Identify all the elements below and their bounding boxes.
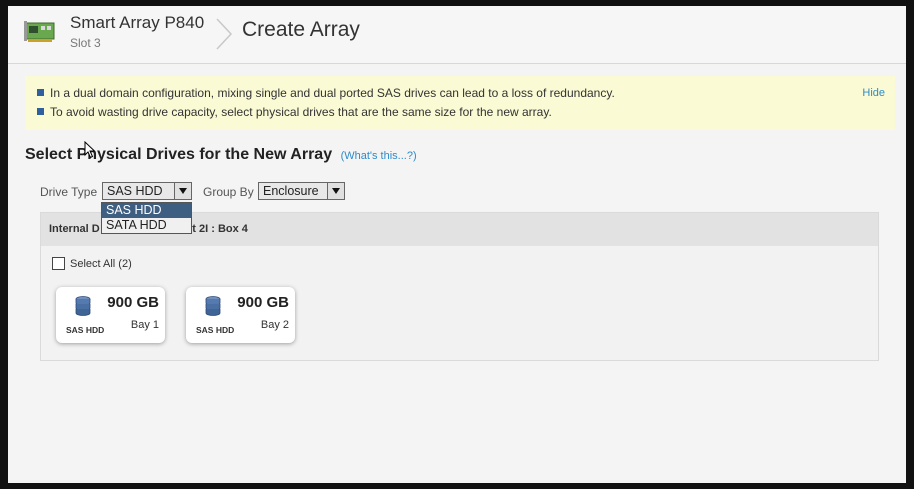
hard-drive-icon: [75, 296, 91, 316]
dropdown-option-sas-hdd[interactable]: SAS HDD: [102, 203, 191, 218]
whats-this-link[interactable]: (What's this...?): [341, 150, 417, 162]
group-by-value: Enclosure: [263, 184, 319, 198]
enclosure-title-right: rt 2I : Box 4: [188, 223, 248, 235]
bullet-icon: [37, 89, 44, 96]
drive-type: SAS HDD: [196, 325, 235, 335]
enclosure-title-left: Internal D: [49, 223, 100, 235]
drive-size: 900 GB: [237, 294, 289, 311]
hard-drive-icon: [205, 296, 221, 316]
drive-card-bay-2[interactable]: SAS HDD 900 GB Bay 2: [186, 287, 295, 343]
select-all-checkbox[interactable]: [52, 257, 65, 270]
app-frame: Smart Array P840 Slot 3 Create Array In …: [8, 6, 906, 483]
breadcrumb-chevron-icon: [216, 18, 233, 50]
drive-type-label: Drive Type: [40, 185, 98, 199]
notice-item: To avoid wasting drive capacity, select …: [37, 105, 552, 119]
drive-type-dropdown-list: SAS HDD SATA HDD: [101, 202, 192, 234]
drive-card-bay-1[interactable]: SAS HDD 900 GB Bay 1: [56, 287, 165, 343]
controller-card-icon: [24, 21, 55, 42]
notice-text: In a dual domain configuration, mixing s…: [50, 86, 615, 100]
drive-bay: Bay 2: [260, 319, 289, 331]
group-by-select[interactable]: Enclosure: [258, 182, 345, 200]
select-all-label: Select All (2): [70, 258, 132, 270]
notice-item: In a dual domain configuration, mixing s…: [37, 86, 615, 100]
page-header: Smart Array P840 Slot 3 Create Array: [8, 6, 906, 64]
section-title-text: Select Physical Drives for the New Array: [25, 146, 333, 163]
controller-slot: Slot 3: [70, 36, 101, 50]
chevron-down-icon[interactable]: [327, 183, 344, 199]
dropdown-option-sata-hdd[interactable]: SATA HDD: [102, 218, 191, 233]
chevron-down-icon[interactable]: [174, 183, 191, 199]
hide-notice-link[interactable]: Hide: [862, 87, 885, 99]
controller-name: Smart Array P840: [70, 13, 205, 32]
notice-text: To avoid wasting drive capacity, select …: [50, 105, 552, 119]
group-by-label: Group By: [203, 185, 254, 199]
select-all-row[interactable]: Select All (2): [52, 257, 132, 270]
drive-bay: Bay 1: [130, 319, 159, 331]
enclosure-panel: Internal D rt 2I : Box 4 Select All (2) …: [40, 212, 879, 361]
drive-size: 900 GB: [107, 294, 159, 311]
drive-type: SAS HDD: [66, 325, 105, 335]
bullet-icon: [37, 108, 44, 115]
page-title: Create Array: [242, 18, 360, 41]
drive-type-value: SAS HDD: [107, 184, 163, 198]
notice-banner: In a dual domain configuration, mixing s…: [25, 76, 895, 130]
mouse-pointer-icon: [84, 141, 96, 159]
drive-type-select[interactable]: SAS HDD: [102, 182, 192, 200]
